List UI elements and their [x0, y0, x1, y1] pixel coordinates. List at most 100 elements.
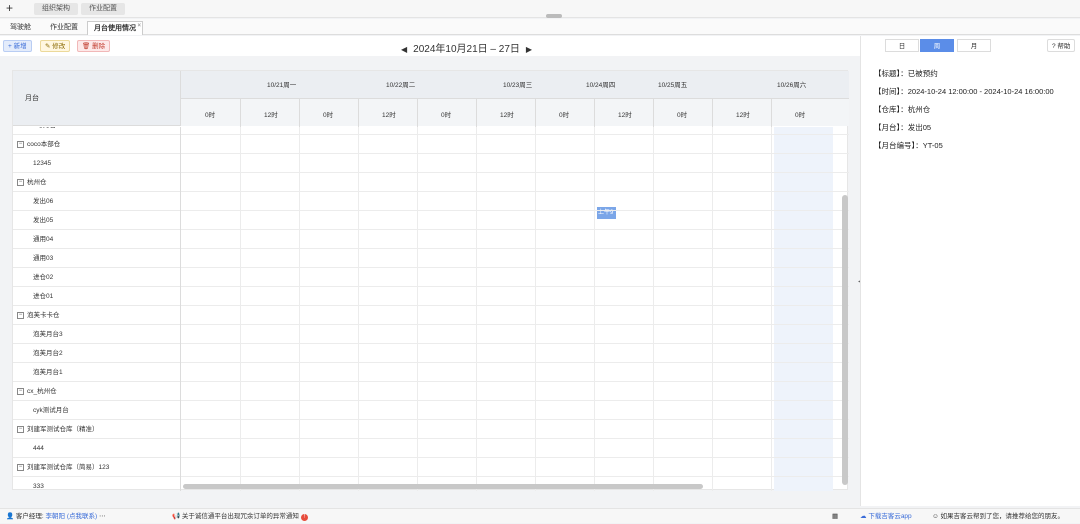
warehouse-group-row[interactable]: − 杭州仓 [13, 173, 180, 192]
detail-warehouse: 【仓库】：杭州仓 [874, 105, 931, 114]
manager-contact-link[interactable]: 李朝阳 (点我联系) [46, 513, 98, 520]
hour-header-7: 12时 [618, 112, 632, 119]
grid-row-line [181, 153, 849, 154]
row-label: 发出05 [33, 217, 54, 224]
add-button[interactable]: + 新增 [3, 40, 32, 52]
warehouse-group-row[interactable]: − 刘建军测试仓库（精准） [13, 420, 180, 439]
collapse-toggle-icon[interactable]: − [17, 464, 24, 471]
row-label: cyk测试月台 [33, 407, 69, 414]
dock-row[interactable]: 通用03 [13, 249, 180, 268]
prev-week-icon[interactable]: ◀ [395, 45, 413, 54]
download-app-label: 下载吉客云app [868, 513, 912, 520]
warehouse-group-row[interactable]: − cx_杭州仓 [13, 382, 180, 401]
booking-block[interactable]: 上午9 [597, 207, 616, 219]
grid-column-line [476, 127, 477, 491]
dock-row[interactable]: 通用04 [13, 230, 180, 249]
dock-row[interactable]: 进仓02 [13, 268, 180, 287]
row-label: 刘建军测试仓库（精准） [27, 426, 99, 433]
add-button-label: 新增 [13, 43, 27, 50]
dock-row[interactable]: 333 [13, 477, 180, 491]
row-label: 进仓02 [33, 274, 54, 281]
grid-column-line [358, 127, 359, 491]
plus-icon: + [8, 43, 12, 50]
collapse-handle[interactable] [546, 14, 562, 18]
tab-dock-usage-label: 月台使用情况 [94, 25, 136, 32]
day-header-3: 10/24周四 [586, 82, 616, 89]
delete-button-label: 删除 [92, 43, 106, 50]
chat-icon[interactable]: ⋯ [99, 513, 106, 520]
row-label: 444 [33, 445, 44, 452]
grid-row-line [181, 362, 849, 363]
grid-row-line [181, 381, 849, 382]
day-header-2: 10/23周三 [503, 82, 533, 89]
row-label: 通用03 [33, 255, 54, 262]
dock-row[interactable]: 发出06 [13, 192, 180, 211]
detail-title: 【标题】：已被预约 [874, 69, 938, 78]
view-day-button[interactable]: 日 [885, 39, 919, 52]
hour-header-0: 0时 [205, 112, 216, 119]
grid-row-line [181, 457, 849, 458]
top-tab-config[interactable]: 作业配置 [81, 3, 125, 15]
warehouse-group-row[interactable]: − 泡芙卡卡仓 [13, 306, 180, 325]
footer-feedback: ☺ 如果吉客云帮到了您，请推荐给您的朋友。 [932, 509, 1064, 524]
add-tab-icon[interactable]: + [6, 1, 13, 15]
top-tab-org[interactable]: 组织架构 [34, 3, 78, 15]
warehouse-group-row[interactable]: − 刘建军测试仓库（简易）123 [13, 458, 180, 477]
hour-divider [594, 99, 595, 127]
dock-row[interactable]: 泡芙月台2 [13, 344, 180, 363]
hour-header-2: 0时 [323, 112, 334, 119]
dock-row[interactable]: 12345 [13, 154, 180, 173]
day-header-4: 10/25周五 [658, 82, 688, 89]
tab-cockpit[interactable]: 驾驶舱 [4, 21, 37, 35]
help-button[interactable]: ? 帮助 [1047, 39, 1076, 52]
row-label: 通用04 [33, 236, 54, 243]
dock-calendar: 月台 0时 12时 0时 12时 0时 12时 0时 12时 0时 12时 0时 10/21周一 10… [12, 70, 849, 491]
warehouse-group-row[interactable]: − coco本部仓 [13, 135, 180, 154]
row-label: 泡芙月台2 [33, 350, 63, 357]
toolbar: + 新增 ✎ 修改 🗑 删除 ◀ 2024年10月21日 – 27日 ▶ [0, 36, 860, 56]
collapse-toggle-icon[interactable]: − [17, 388, 24, 395]
tab-job-config[interactable]: 作业配置 [44, 21, 84, 35]
delete-button[interactable]: 🗑 删除 [77, 40, 111, 52]
tab-dock-usage[interactable]: 月台使用情况 × [87, 21, 143, 35]
grid-row-line [181, 438, 849, 439]
hour-divider [476, 99, 477, 127]
footer-notice[interactable]: 📢 关于诚信通平台出现冗余订单的异常通知! [172, 509, 308, 524]
edit-button[interactable]: ✎ 修改 [40, 40, 71, 52]
row-label: 泡芙卡卡仓 [27, 312, 60, 319]
dock-row[interactable]: 泡芙月台1 [13, 363, 180, 382]
row-label: 杭州仓 [27, 179, 47, 186]
grid-column-line [535, 127, 536, 491]
vertical-scrollbar[interactable] [842, 195, 848, 485]
dock-row[interactable]: 泡芙月台3 [13, 325, 180, 344]
grid-column-line [594, 127, 595, 491]
download-app-link[interactable]: ☁ 下载吉客云app [860, 509, 912, 524]
dock-row[interactable]: 进仓01 [13, 287, 180, 306]
schedule-grid[interactable]: 上午9 [181, 127, 849, 491]
row-label: coco本部仓 [27, 141, 61, 148]
close-icon[interactable]: × [137, 19, 141, 33]
collapse-toggle-icon[interactable]: − [17, 312, 24, 319]
row-label: 1号月台 [33, 127, 56, 135]
dock-row[interactable]: 444 [13, 439, 180, 458]
day-header-1: 10/22周二 [386, 82, 416, 89]
user-icon: 👤 [6, 513, 15, 520]
collapse-toggle-icon[interactable]: − [17, 179, 24, 186]
collapse-toggle-icon[interactable]: − [17, 141, 24, 148]
horizontal-scrollbar[interactable] [183, 484, 703, 489]
view-week-button[interactable]: 周 [920, 39, 954, 52]
dock-column-title: 月台 [25, 95, 39, 102]
next-week-icon[interactable]: ▶ [520, 45, 538, 54]
dock-row[interactable]: 发出05 [13, 211, 180, 230]
collapse-toggle-icon[interactable]: − [17, 426, 24, 433]
hour-header-6: 0时 [559, 112, 570, 119]
hour-header-4: 0时 [441, 112, 452, 119]
week-navigator: ◀ 2024年10月21日 – 27日 ▶ [395, 40, 538, 55]
grid-row-line [181, 229, 849, 230]
grid-column-line [417, 127, 418, 491]
calculator-icon[interactable]: ▦ [832, 509, 838, 524]
dock-row[interactable]: 1号月台 [13, 127, 180, 135]
dock-row[interactable]: cyk测试月台 [13, 401, 180, 420]
view-month-button[interactable]: 月 [957, 39, 991, 52]
detail-dock: 【月台】：发出05 [874, 123, 932, 132]
